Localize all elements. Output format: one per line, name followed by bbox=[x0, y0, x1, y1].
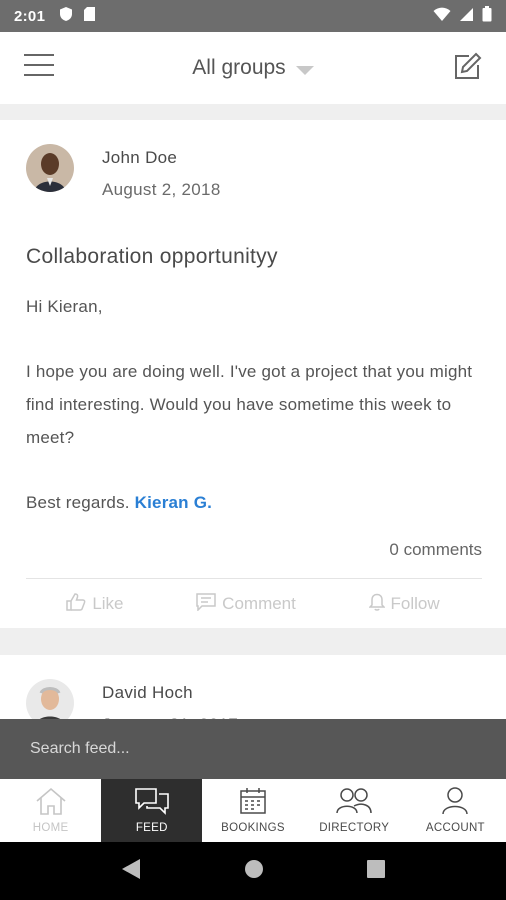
calendar-icon bbox=[239, 787, 267, 818]
post-date: August 2, 2018 bbox=[102, 180, 221, 199]
home-icon bbox=[35, 787, 67, 818]
comment-label: Comment bbox=[222, 594, 296, 613]
bell-icon bbox=[367, 592, 386, 616]
nav-label-directory: DIRECTORY bbox=[319, 822, 390, 834]
caret-down-icon bbox=[295, 65, 314, 75]
shield-icon bbox=[59, 6, 73, 26]
divider bbox=[26, 578, 482, 579]
group-selector[interactable]: All groups bbox=[192, 56, 314, 80]
nav-label-home: HOME bbox=[32, 822, 69, 834]
hamburger-icon[interactable] bbox=[24, 54, 56, 82]
nav-label-account: ACCOUNT bbox=[425, 822, 485, 834]
search-input[interactable]: Search feed... bbox=[0, 719, 506, 779]
sd-card-icon bbox=[83, 6, 96, 26]
home-circle-icon[interactable] bbox=[244, 859, 264, 884]
people-icon bbox=[336, 787, 372, 818]
post-closing-line: Best regards. Kieran G. bbox=[26, 486, 486, 519]
android-nav-bar bbox=[0, 842, 506, 900]
post-card: David Hoch January 31, 2017 bbox=[0, 655, 506, 734]
nav-item-home[interactable]: HOME bbox=[0, 779, 101, 842]
bottom-nav: HOME FEED BOOKINGS DIRECTORY ACCOUNT bbox=[0, 779, 506, 842]
comment-button[interactable]: Comment bbox=[196, 592, 296, 616]
post-author[interactable]: David Hoch bbox=[102, 683, 193, 703]
battery-icon bbox=[482, 6, 492, 26]
thumbs-up-icon bbox=[66, 592, 86, 616]
post-closing: Best regards. bbox=[26, 493, 130, 512]
post-title: Collaboration opportunityy bbox=[26, 245, 278, 268]
follow-button[interactable]: Follow bbox=[367, 592, 440, 616]
post-author[interactable]: John Doe bbox=[102, 148, 177, 168]
like-label: Like bbox=[92, 594, 124, 613]
nav-label-feed: FEED bbox=[135, 822, 168, 834]
status-time: 2:01 bbox=[14, 7, 46, 25]
recents-icon[interactable] bbox=[366, 859, 385, 883]
person-icon bbox=[442, 787, 469, 818]
post-actions: Like Comment Follow bbox=[0, 592, 506, 616]
nav-item-feed[interactable]: FEED bbox=[101, 779, 203, 842]
group-selector-label: All groups bbox=[192, 56, 286, 79]
nav-item-bookings[interactable]: BOOKINGS bbox=[202, 779, 303, 842]
like-button[interactable]: Like bbox=[66, 592, 124, 616]
post-card: John Doe August 2, 2018 Collaboration op… bbox=[0, 120, 506, 628]
nav-item-account[interactable]: ACCOUNT bbox=[405, 779, 506, 842]
post-body: Hi Kieran, I hope you are doing well. I'… bbox=[26, 290, 486, 551]
chat-icon bbox=[134, 787, 169, 818]
follow-label: Follow bbox=[390, 594, 440, 613]
wifi-icon bbox=[433, 7, 451, 26]
avatar[interactable] bbox=[26, 144, 74, 192]
comments-count[interactable]: 0 comments bbox=[389, 540, 482, 560]
post-greeting: Hi Kieran, bbox=[26, 297, 103, 316]
nav-item-directory[interactable]: DIRECTORY bbox=[304, 779, 405, 842]
compose-icon[interactable] bbox=[452, 52, 482, 87]
app-bar: All groups bbox=[0, 32, 506, 104]
comment-icon bbox=[196, 592, 216, 616]
mention-link[interactable]: Kieran G. bbox=[135, 493, 212, 512]
signal-icon bbox=[459, 7, 474, 26]
nav-label-bookings: BOOKINGS bbox=[221, 822, 285, 834]
status-bar: 2:01 bbox=[0, 0, 506, 32]
post-text: I hope you are doing well. I've got a pr… bbox=[26, 362, 473, 447]
back-icon[interactable] bbox=[121, 858, 141, 885]
